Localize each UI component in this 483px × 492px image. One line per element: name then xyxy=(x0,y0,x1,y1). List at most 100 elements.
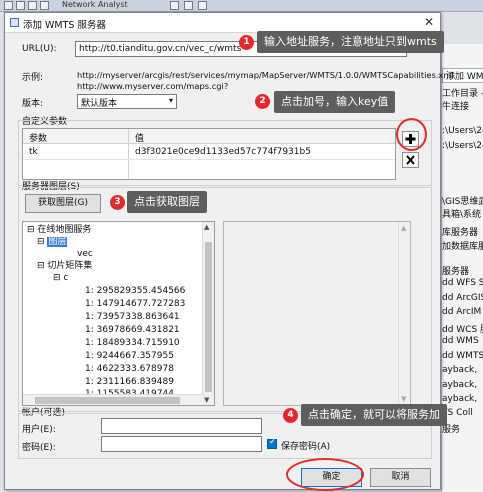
tree-scale-item[interactable]: 1: 147914677.727283 xyxy=(85,298,185,310)
step-marker-3: 3 xyxy=(110,195,125,210)
catalog-line[interactable]: 库服务器 xyxy=(442,225,478,238)
collapse-icon[interactable]: ⊟ xyxy=(53,273,61,283)
chevron-down-icon: ▾ xyxy=(168,96,173,105)
tree-horizontal-scrollbar[interactable] xyxy=(23,394,204,405)
scroll-up-icon[interactable]: ▲ xyxy=(204,223,209,231)
dialog-titlebar[interactable]: 添加 WMTS 服务器 ✕ xyxy=(5,13,440,33)
toolbar-icon[interactable] xyxy=(4,1,13,10)
password-label: 密码(E): xyxy=(22,443,56,453)
catalog-line[interactable]: dd WCS 服 xyxy=(442,322,483,335)
tree-matrix-label: 切片矩阵集 xyxy=(47,261,93,271)
catalog-line[interactable]: ayback, xyxy=(442,394,477,404)
param-column-header[interactable]: 参数 xyxy=(29,131,47,144)
tree-node-matrix-sets[interactable]: ⊟ 切片矩阵集 xyxy=(37,260,92,272)
close-icon[interactable]: ✕ xyxy=(424,15,434,29)
params-grid[interactable]: 参数 值 tk d3f3021e0ce9d1133ed57c774f7931b5 xyxy=(22,128,396,180)
catalog-line[interactable]: 具箱\系统 xyxy=(442,207,481,220)
scroll-down-icon[interactable]: ▼ xyxy=(204,396,209,404)
param-key-cell[interactable]: tk xyxy=(29,147,38,157)
highlight-ring-add xyxy=(396,118,427,151)
tree-scale-item[interactable]: 1: 2311166.839489 xyxy=(85,376,174,388)
scroll-up-icon[interactable]: ▲ xyxy=(401,224,406,232)
background-menu-network-analyst[interactable]: Network Analyst xyxy=(62,0,128,9)
user-input[interactable] xyxy=(101,418,262,434)
catalog-line[interactable]: dd ArcGIS xyxy=(442,293,483,303)
save-password-checkbox[interactable]: ✓ xyxy=(267,437,277,449)
value-column-header[interactable]: 值 xyxy=(135,131,144,144)
tree-layers-label: 图层 xyxy=(47,237,68,247)
example-url-1: http://myserver/arcgis/rest/services/mym… xyxy=(77,70,454,80)
grid-row-divider xyxy=(23,159,395,160)
tree-scale-item[interactable]: 1: 9244667.357955 xyxy=(85,350,174,362)
annotation-callout-3: 点击获取图层 xyxy=(127,191,207,213)
url-label: URL(U): xyxy=(22,44,57,54)
collapse-icon[interactable]: ⊟ xyxy=(37,237,45,247)
tree-node-c[interactable]: ⊟ c xyxy=(53,272,68,284)
catalog-line[interactable]: ayback, xyxy=(442,365,477,375)
toolbar-icon[interactable] xyxy=(40,1,49,10)
collapse-icon[interactable]: ⊟ xyxy=(27,225,35,235)
dialog-title: 添加 WMTS 服务器 xyxy=(23,20,106,31)
check-icon: ✓ xyxy=(269,437,277,447)
catalog-line[interactable]: 工作目录 - xyxy=(442,86,483,99)
toolbar-icon[interactable] xyxy=(28,1,37,10)
toolbar-icon[interactable] xyxy=(170,1,179,10)
version-select[interactable]: 默认版本 ▾ xyxy=(77,94,177,109)
tree-vertical-scrollbar[interactable]: ▲ ▼ xyxy=(202,222,214,405)
tree-c-label: c xyxy=(63,273,69,283)
scrollbar-thumb[interactable] xyxy=(35,397,180,404)
tree-scale-item[interactable]: 1: 4622333.678978 xyxy=(85,363,174,375)
tree-node-root[interactable]: ⊟ 在线地图服务 xyxy=(27,224,91,236)
tree-root-label: 在线地图服务 xyxy=(37,225,92,235)
catalog-line[interactable]: \GIS思维武 xyxy=(442,194,483,207)
catalog-line[interactable]: 加数据库服 xyxy=(442,239,483,252)
step-marker-2: 2 xyxy=(255,94,270,109)
remove-param-button[interactable] xyxy=(402,152,419,168)
catalog-line[interactable]: :\Users\24 xyxy=(442,141,483,151)
annotation-callout-2: 点击加号，输入key值 xyxy=(274,91,396,113)
tree-scale-item[interactable]: 1: 73957338.863641 xyxy=(85,311,180,323)
toolbar-icon[interactable] xyxy=(198,1,207,10)
password-input[interactable] xyxy=(101,436,262,452)
tree-node-vec[interactable]: vec xyxy=(77,248,93,260)
catalog-line[interactable]: dd ArcIM xyxy=(442,307,481,317)
tree-scale-item[interactable]: 1: 36978669.431821 xyxy=(85,324,180,336)
cancel-button[interactable]: 取消 xyxy=(370,468,431,487)
collapse-icon[interactable]: ⊟ xyxy=(37,261,45,271)
background-toolbar: Network Analyst xyxy=(0,0,483,12)
params-grid-header xyxy=(23,129,395,144)
close-icon xyxy=(406,155,415,165)
get-layers-button[interactable]: 获取图层(G) xyxy=(25,194,101,213)
catalog-line[interactable]: 牛连接 xyxy=(442,99,469,112)
user-label: 用户(E): xyxy=(22,425,56,435)
toolbar-icon[interactable] xyxy=(184,1,193,10)
catalog-line[interactable]: 服务器 xyxy=(442,264,469,277)
app-icon xyxy=(10,18,19,27)
column-divider xyxy=(128,129,129,179)
catalog-line[interactable]: dd WMTS xyxy=(442,351,483,361)
example-label: 示例: xyxy=(22,73,44,83)
step-marker-4: 4 xyxy=(283,408,298,423)
scrollbar-thumb[interactable] xyxy=(205,242,212,392)
scroll-down-icon[interactable]: ▼ xyxy=(401,395,406,403)
toolbar-icon[interactable] xyxy=(16,1,25,10)
version-select-value: 默认版本 xyxy=(81,99,118,109)
layers-tree[interactable]: ⊟ 在线地图服务 ⊟ 图层 vec ⊟ 切片矩阵集 ⊟ c 1: 2958293… xyxy=(22,221,215,406)
preview-scrollbar[interactable]: ▲ ▼ xyxy=(398,222,410,405)
layer-preview-pane: ▲ ▼ xyxy=(223,221,411,406)
tree-scale-item[interactable]: 1: 295829355.454566 xyxy=(85,285,185,297)
version-label: 版本: xyxy=(22,99,44,109)
catalog-line[interactable]: ayback, xyxy=(442,380,477,390)
background-catalog-panel: 添加 WMTS 工作目录 - 牛连接 :\Users\24 :\Users\24… xyxy=(441,44,483,492)
catalog-line[interactable]: :\Users\24 xyxy=(442,126,483,136)
step-marker-1: 1 xyxy=(239,35,254,50)
save-password-label[interactable]: 保存密码(A) xyxy=(281,439,330,452)
tree-scale-item[interactable]: 1: 18489334.715910 xyxy=(85,337,180,349)
param-value-cell[interactable]: d3f3021e0ce9d1133ed57c774f7931b5 xyxy=(135,147,311,157)
tree-node-layers[interactable]: ⊟ 图层 xyxy=(37,236,68,248)
annotation-callout-1: 输入地址服务，注意地址只到wmts xyxy=(257,31,444,53)
catalog-line[interactable]: dd WMS xyxy=(442,336,479,346)
catalog-line[interactable]: dd WFS S xyxy=(442,278,483,288)
example-url-2: http://www.myserver.com/maps.cgi? xyxy=(77,81,229,91)
highlight-ring-ok xyxy=(286,458,364,491)
